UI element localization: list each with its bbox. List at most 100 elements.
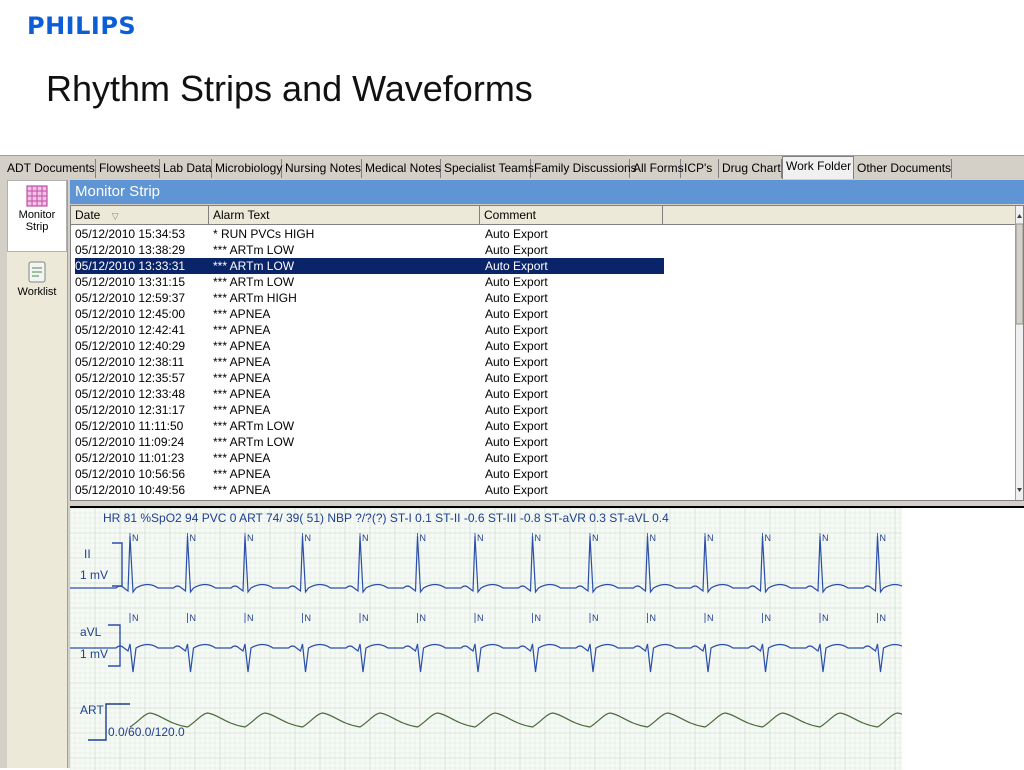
cell-date: 05/12/2010 15:34:53: [75, 227, 186, 241]
cell-date: 05/12/2010 12:42:41: [75, 323, 186, 337]
column-date[interactable]: Date ▽: [71, 206, 209, 224]
vital-parameters: HR 81 %SpO2 94 PVC 0 ART 74/ 39( 51) NBP…: [103, 511, 669, 525]
cell-date: 05/12/2010 10:49:56: [75, 483, 186, 497]
monitor-strip-icon: [26, 185, 48, 207]
cell-date: 05/12/2010 12:38:11: [75, 355, 185, 369]
beat-marker: N: [650, 533, 657, 543]
slide-title: Rhythm Strips and Waveforms: [46, 68, 533, 109]
cell-comment: Auto Export: [485, 435, 548, 449]
tab-flowsheets[interactable]: Flowsheets: [96, 159, 160, 178]
table-row[interactable]: 05/12/2010 12:35:57 *** APNEA Auto Export: [75, 370, 664, 386]
cell-alarm: *** ARTm LOW: [213, 275, 295, 289]
beat-marker: N: [420, 533, 427, 543]
table-row[interactable]: 05/12/2010 12:33:48 *** APNEA Auto Export: [75, 386, 664, 402]
beat-marker: N: [132, 533, 139, 543]
beat-marker: N: [362, 533, 369, 543]
cell-comment: Auto Export: [485, 483, 548, 497]
beat-marker: N: [765, 613, 772, 623]
tab-lab-data[interactable]: Lab Data: [160, 159, 212, 178]
beat-marker: N: [880, 533, 887, 543]
cell-date: 05/12/2010 12:45:00: [75, 307, 186, 321]
cell-date: 05/12/2010 11:01:23: [75, 451, 185, 465]
panel-header: Monitor Strip: [70, 180, 1024, 204]
cell-alarm: *** APNEA: [213, 307, 271, 321]
cell-alarm: *** APNEA: [213, 387, 271, 401]
tab-nursing-notes[interactable]: Nursing Notes: [282, 159, 362, 178]
cell-alarm: * RUN PVCs HIGH: [213, 227, 315, 241]
tab-adt-documents[interactable]: ADT Documents: [4, 159, 96, 178]
column-comment[interactable]: Comment: [480, 206, 663, 224]
waveform-strip: HR 81 %SpO2 94 PVC 0 ART 74/ 39( 51) NBP…: [70, 506, 902, 770]
beat-marker: N: [535, 533, 542, 543]
cell-alarm: *** APNEA: [213, 355, 271, 369]
table-row[interactable]: 05/12/2010 12:45:00 *** APNEA Auto Export: [75, 306, 664, 322]
cell-date: 05/12/2010 12:40:29: [75, 339, 186, 353]
vertical-scrollbar[interactable]: [1015, 206, 1023, 500]
beat-marker: N: [362, 613, 369, 623]
table-row[interactable]: 05/12/2010 10:49:56 *** APNEA Auto Export: [75, 482, 664, 498]
table-row[interactable]: 05/12/2010 12:40:29 *** APNEA Auto Export: [75, 338, 664, 354]
tab-medical-notes[interactable]: Medical Notes: [362, 159, 441, 178]
tab-specialist-teams[interactable]: Specialist Teams: [441, 159, 534, 178]
beat-marker: N: [822, 613, 829, 623]
philips-logo: PHILIPS: [27, 12, 137, 40]
table-row[interactable]: 05/12/2010 11:01:23 *** APNEA Auto Export: [75, 450, 664, 466]
beat-marker: N: [477, 613, 484, 623]
cell-date: 05/12/2010 12:59:37: [75, 291, 186, 305]
beat-marker: N: [592, 613, 599, 623]
table-row[interactable]: 05/12/2010 12:59:37 *** ARTm HIGH Auto Exp…: [75, 290, 664, 306]
tab-drug-chart[interactable]: Drug Chart: [719, 159, 782, 178]
cell-alarm: *** ARTm LOW: [213, 259, 295, 273]
cell-alarm: *** APNEA: [213, 403, 271, 417]
tab-other-documents[interactable]: Other Documents: [854, 159, 952, 178]
tab-microbiology[interactable]: Microbiology: [212, 159, 282, 178]
lead-art-scale: 0.0/60.0/120.0: [108, 725, 185, 739]
cell-comment: Auto Export: [485, 323, 548, 337]
scrollbar-arrows: [1015, 214, 1023, 492]
table-row[interactable]: 05/12/2010 13:38:29 *** ARTm LOW Auto Expo…: [75, 242, 664, 258]
sidebar-item-worklist[interactable]: Worklist: [7, 256, 67, 316]
cell-date: 05/12/2010 11:09:24: [75, 435, 185, 449]
beat-marker: N: [247, 613, 254, 623]
cell-alarm: *** ARTm LOW: [213, 419, 295, 433]
table-row[interactable]: 05/12/2010 12:31:17 *** APNEA Auto Export: [75, 402, 664, 418]
grid-header: Date ▽ Alarm Text Comment: [71, 206, 1023, 225]
tab-family-discussions[interactable]: Family Discussions: [531, 159, 637, 178]
beat-marker: N: [305, 533, 312, 543]
table-row[interactable]: 05/12/2010 13:31:15 *** ARTm LOW Auto Expo…: [75, 274, 664, 290]
beat-marker: N: [420, 613, 427, 623]
table-row[interactable]: 05/12/2010 10:56:56 *** APNEA Auto Export: [75, 466, 664, 482]
sidebar-item-label: Monitor Strip: [18, 209, 56, 233]
table-row[interactable]: 05/12/2010 11:09:24 *** ARTm LOW Auto Expo…: [75, 434, 664, 450]
table-row[interactable]: 05/12/2010 12:42:41 *** APNEA Auto Export: [75, 322, 664, 338]
sidebar-item-monitor-strip[interactable]: Monitor Strip: [7, 180, 67, 252]
cell-alarm: *** ARTm LOW: [213, 435, 295, 449]
cell-date: 05/12/2010 13:33:31: [75, 259, 186, 273]
waveform-blank-area: [902, 506, 1024, 770]
tab-work-folder[interactable]: Work Folder: [782, 156, 854, 179]
waveform-canvas: HR 81 %SpO2 94 PVC 0 ART 74/ 39( 51) NBP…: [70, 508, 902, 770]
tab-icp-s[interactable]: ICP's: [681, 159, 719, 178]
beat-marker: N: [305, 613, 312, 623]
lead-ii-scale: 1 mV: [80, 568, 108, 582]
cell-comment: Auto Export: [485, 291, 548, 305]
cell-comment: Auto Export: [485, 419, 548, 433]
table-row[interactable]: 05/12/2010 11:11:50 *** ARTm LOW Auto Expo…: [75, 418, 664, 434]
column-alarm-text[interactable]: Alarm Text: [209, 206, 480, 224]
table-row[interactable]: 05/12/2010 12:38:11 *** APNEA Auto Export: [75, 354, 664, 370]
beat-marker: N: [822, 533, 829, 543]
beat-marker: N: [535, 613, 542, 623]
lead-ii-label: II: [84, 547, 91, 561]
beat-marker: N: [190, 533, 197, 543]
sort-down-icon: ▽: [111, 211, 119, 221]
tab-all-forms[interactable]: All Forms: [630, 159, 684, 178]
alarm-grid: Date ▽ Alarm Text Comment 05/12/2010 15:…: [70, 205, 1024, 501]
cell-comment: Auto Export: [485, 387, 548, 401]
cell-comment: Auto Export: [485, 243, 548, 257]
cell-comment: Auto Export: [485, 307, 548, 321]
worklist-icon: [28, 261, 46, 283]
table-row[interactable]: 05/12/2010 15:34:53 * RUN PVCs HIGH Auto E…: [75, 226, 664, 242]
cell-date: 05/12/2010 13:38:29: [75, 243, 186, 257]
beat-marker: N: [132, 613, 139, 623]
table-row[interactable]: 05/12/2010 13:33:31 *** ARTm LOW Auto Expo…: [74, 257, 665, 275]
